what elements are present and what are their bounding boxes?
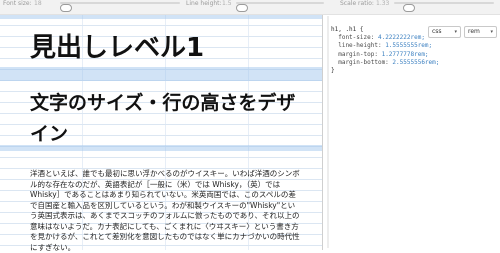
css-code-line: margin-top: 1.2777778rem; xyxy=(331,51,439,59)
preview-heading-2: 文字のサイズ・行の高さをデザイン xyxy=(30,92,296,145)
font-size-label: Font size: xyxy=(3,0,32,7)
css-code-line: font-size: 4.2222222rem; xyxy=(331,34,439,42)
css-code-value: 4.2222222rem; xyxy=(377,34,425,42)
css-code-line: } xyxy=(331,67,439,75)
unit-select-value: rem xyxy=(468,28,480,35)
line-height-label: Line height: xyxy=(186,0,222,7)
css-code-token: margin-top: xyxy=(331,50,382,58)
controls-bar: Font size: 18 Line height: 1.5 Scale rat… xyxy=(0,0,500,15)
preview-scrollbar[interactable] xyxy=(327,16,329,248)
css-code-token: font-size: xyxy=(331,34,378,42)
line-height-value: 1.5 xyxy=(222,0,232,7)
h2-margin-highlight xyxy=(0,67,322,81)
font-size-value: 18 xyxy=(34,0,42,7)
css-code-token: margin-bottom: xyxy=(331,58,393,66)
scale-ratio-label: Scale ratio: xyxy=(340,0,374,7)
scale-ratio-value: 1.33 xyxy=(376,0,390,7)
preview-heading-1: 見出しレベル1 xyxy=(30,33,205,63)
scale-ratio-slider-thumb[interactable] xyxy=(403,4,415,12)
css-code-token: h1, .h1 xyxy=(331,26,357,33)
css-code-token: } xyxy=(331,67,335,75)
line-height-slider-thumb[interactable] xyxy=(236,4,248,12)
unit-select[interactable]: rem ▾ xyxy=(464,26,497,38)
css-code: h1, .h1 { font-size: 4.2222222rem; line-… xyxy=(331,26,439,75)
chevron-down-icon: ▾ xyxy=(454,29,457,35)
css-code-line: h1, .h1 { xyxy=(331,26,364,33)
css-code-value: 1.2777778rem; xyxy=(381,50,429,58)
css-code-line: line-height: 1.5555555rem; xyxy=(331,42,439,50)
css-code-value: 1.5555555rem; xyxy=(385,42,433,50)
h1-margin-highlight xyxy=(0,15,322,19)
line-height-slider-track[interactable] xyxy=(236,2,324,4)
font-size-slider-track[interactable] xyxy=(60,2,180,4)
css-code-token: line-height: xyxy=(331,42,386,50)
font-size-slider-thumb[interactable] xyxy=(60,4,72,12)
chevron-down-icon: ▾ xyxy=(490,29,493,35)
preview-paragraph: 洋酒といえば、誰でも最初に思い浮かべるのがウイスキー。いわば洋酒のシンボル的な存… xyxy=(30,169,300,252)
typography-preview: 見出しレベル1 文字のサイズ・行の高さをデザイン 洋酒といえば、誰でも最初に思い… xyxy=(0,15,323,252)
css-code-line: margin-bottom: 2.5555556rem; xyxy=(331,59,439,67)
css-code-value: 2.5555556rem; xyxy=(392,58,440,66)
